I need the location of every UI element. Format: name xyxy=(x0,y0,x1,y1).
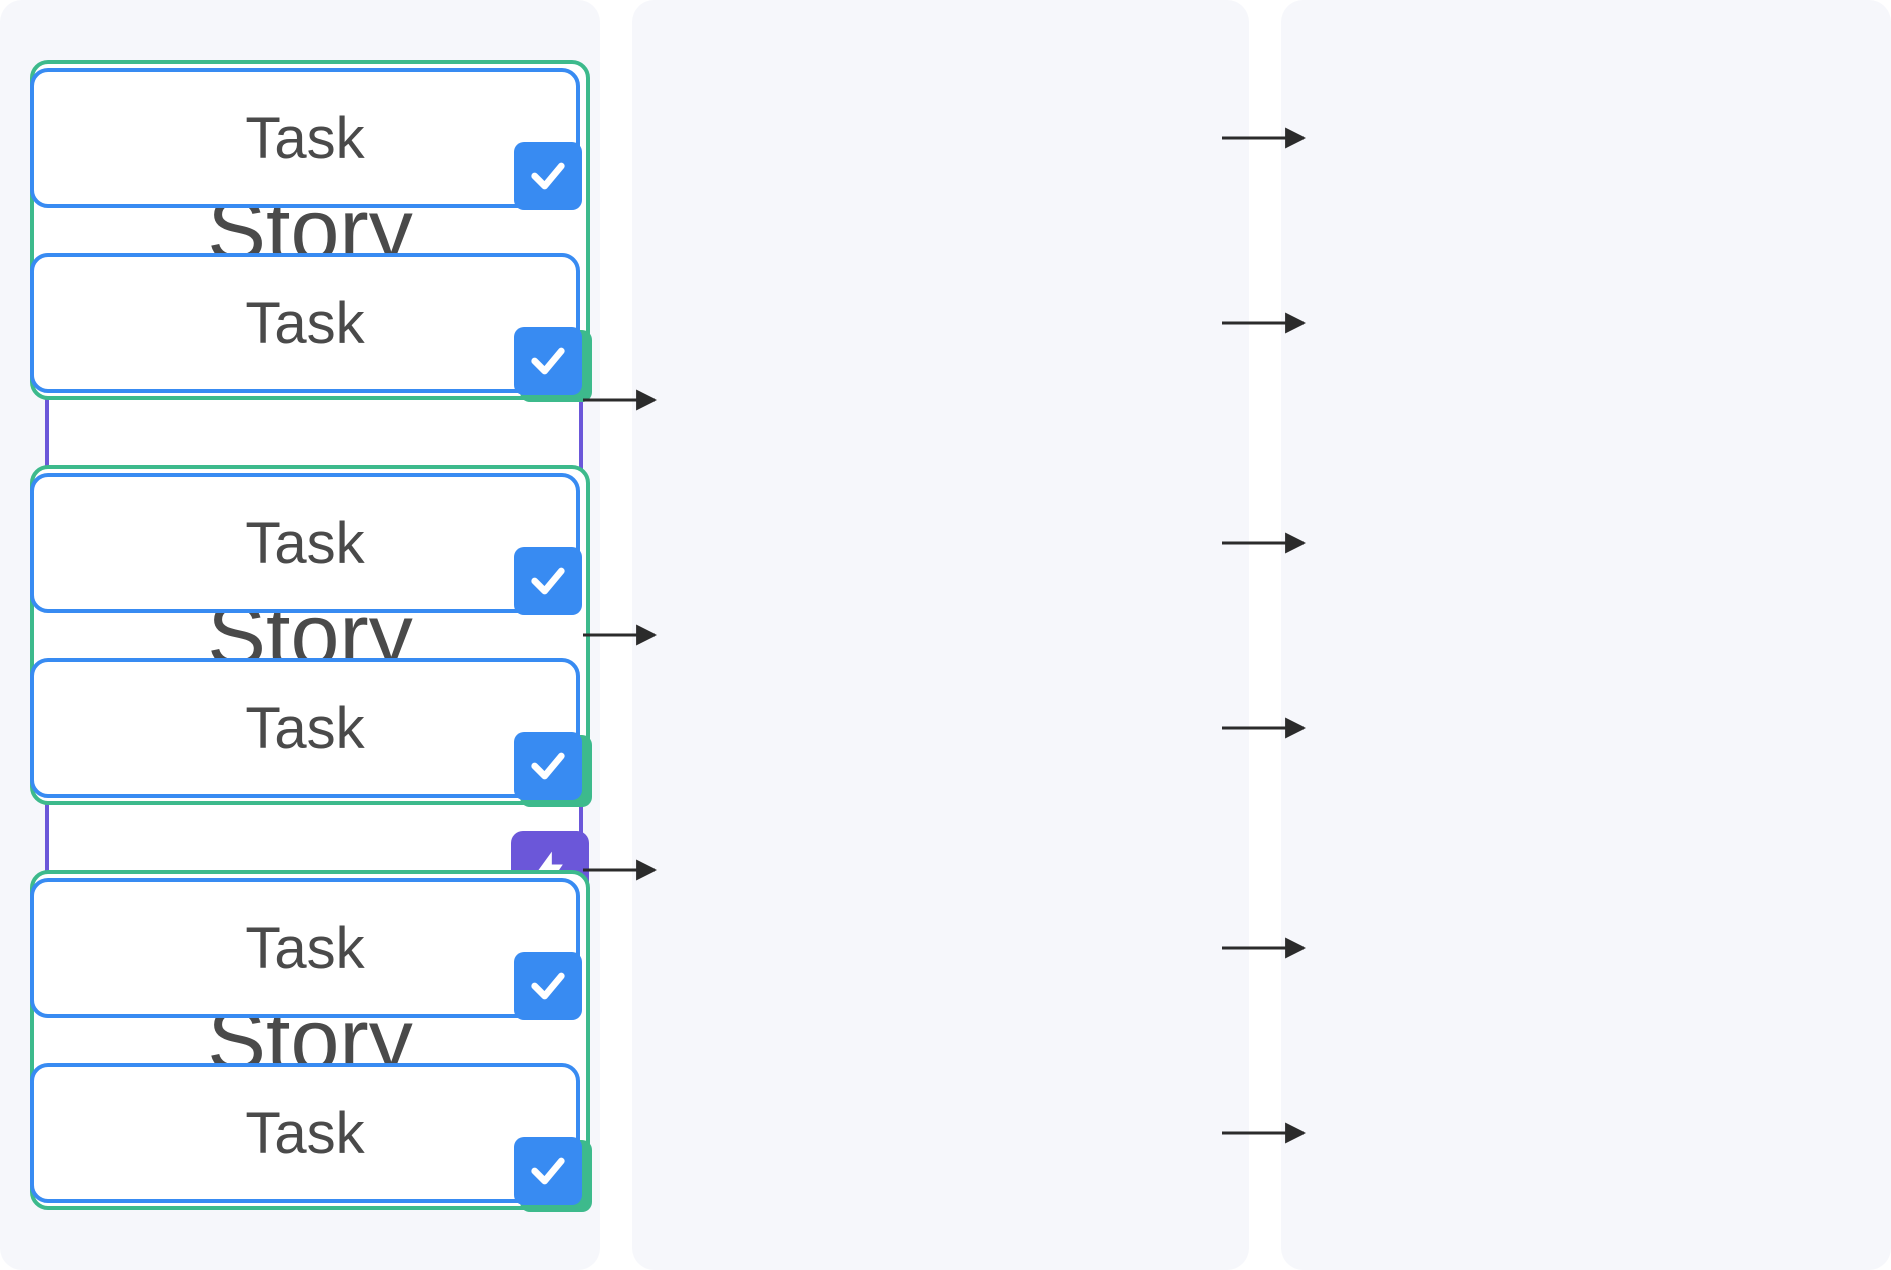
check-icon xyxy=(514,142,582,210)
task-card: Task xyxy=(30,878,580,1018)
task-card: Task xyxy=(30,68,580,208)
check-icon xyxy=(514,732,582,800)
task-label: Task xyxy=(245,510,364,577)
check-icon xyxy=(514,1137,582,1205)
task-label: Task xyxy=(245,915,364,982)
task-label: Task xyxy=(245,695,364,762)
task-card: Task xyxy=(30,473,580,613)
task-label: Task xyxy=(245,105,364,172)
story-column-panel xyxy=(632,0,1249,1270)
task-label: Task xyxy=(245,290,364,357)
task-column-panel xyxy=(1281,0,1891,1270)
check-icon xyxy=(514,547,582,615)
task-card: Task xyxy=(30,658,580,798)
check-icon xyxy=(514,952,582,1020)
task-label: Task xyxy=(245,1100,364,1167)
task-card: Task xyxy=(30,253,580,393)
check-icon xyxy=(514,327,582,395)
task-card: Task xyxy=(30,1063,580,1203)
